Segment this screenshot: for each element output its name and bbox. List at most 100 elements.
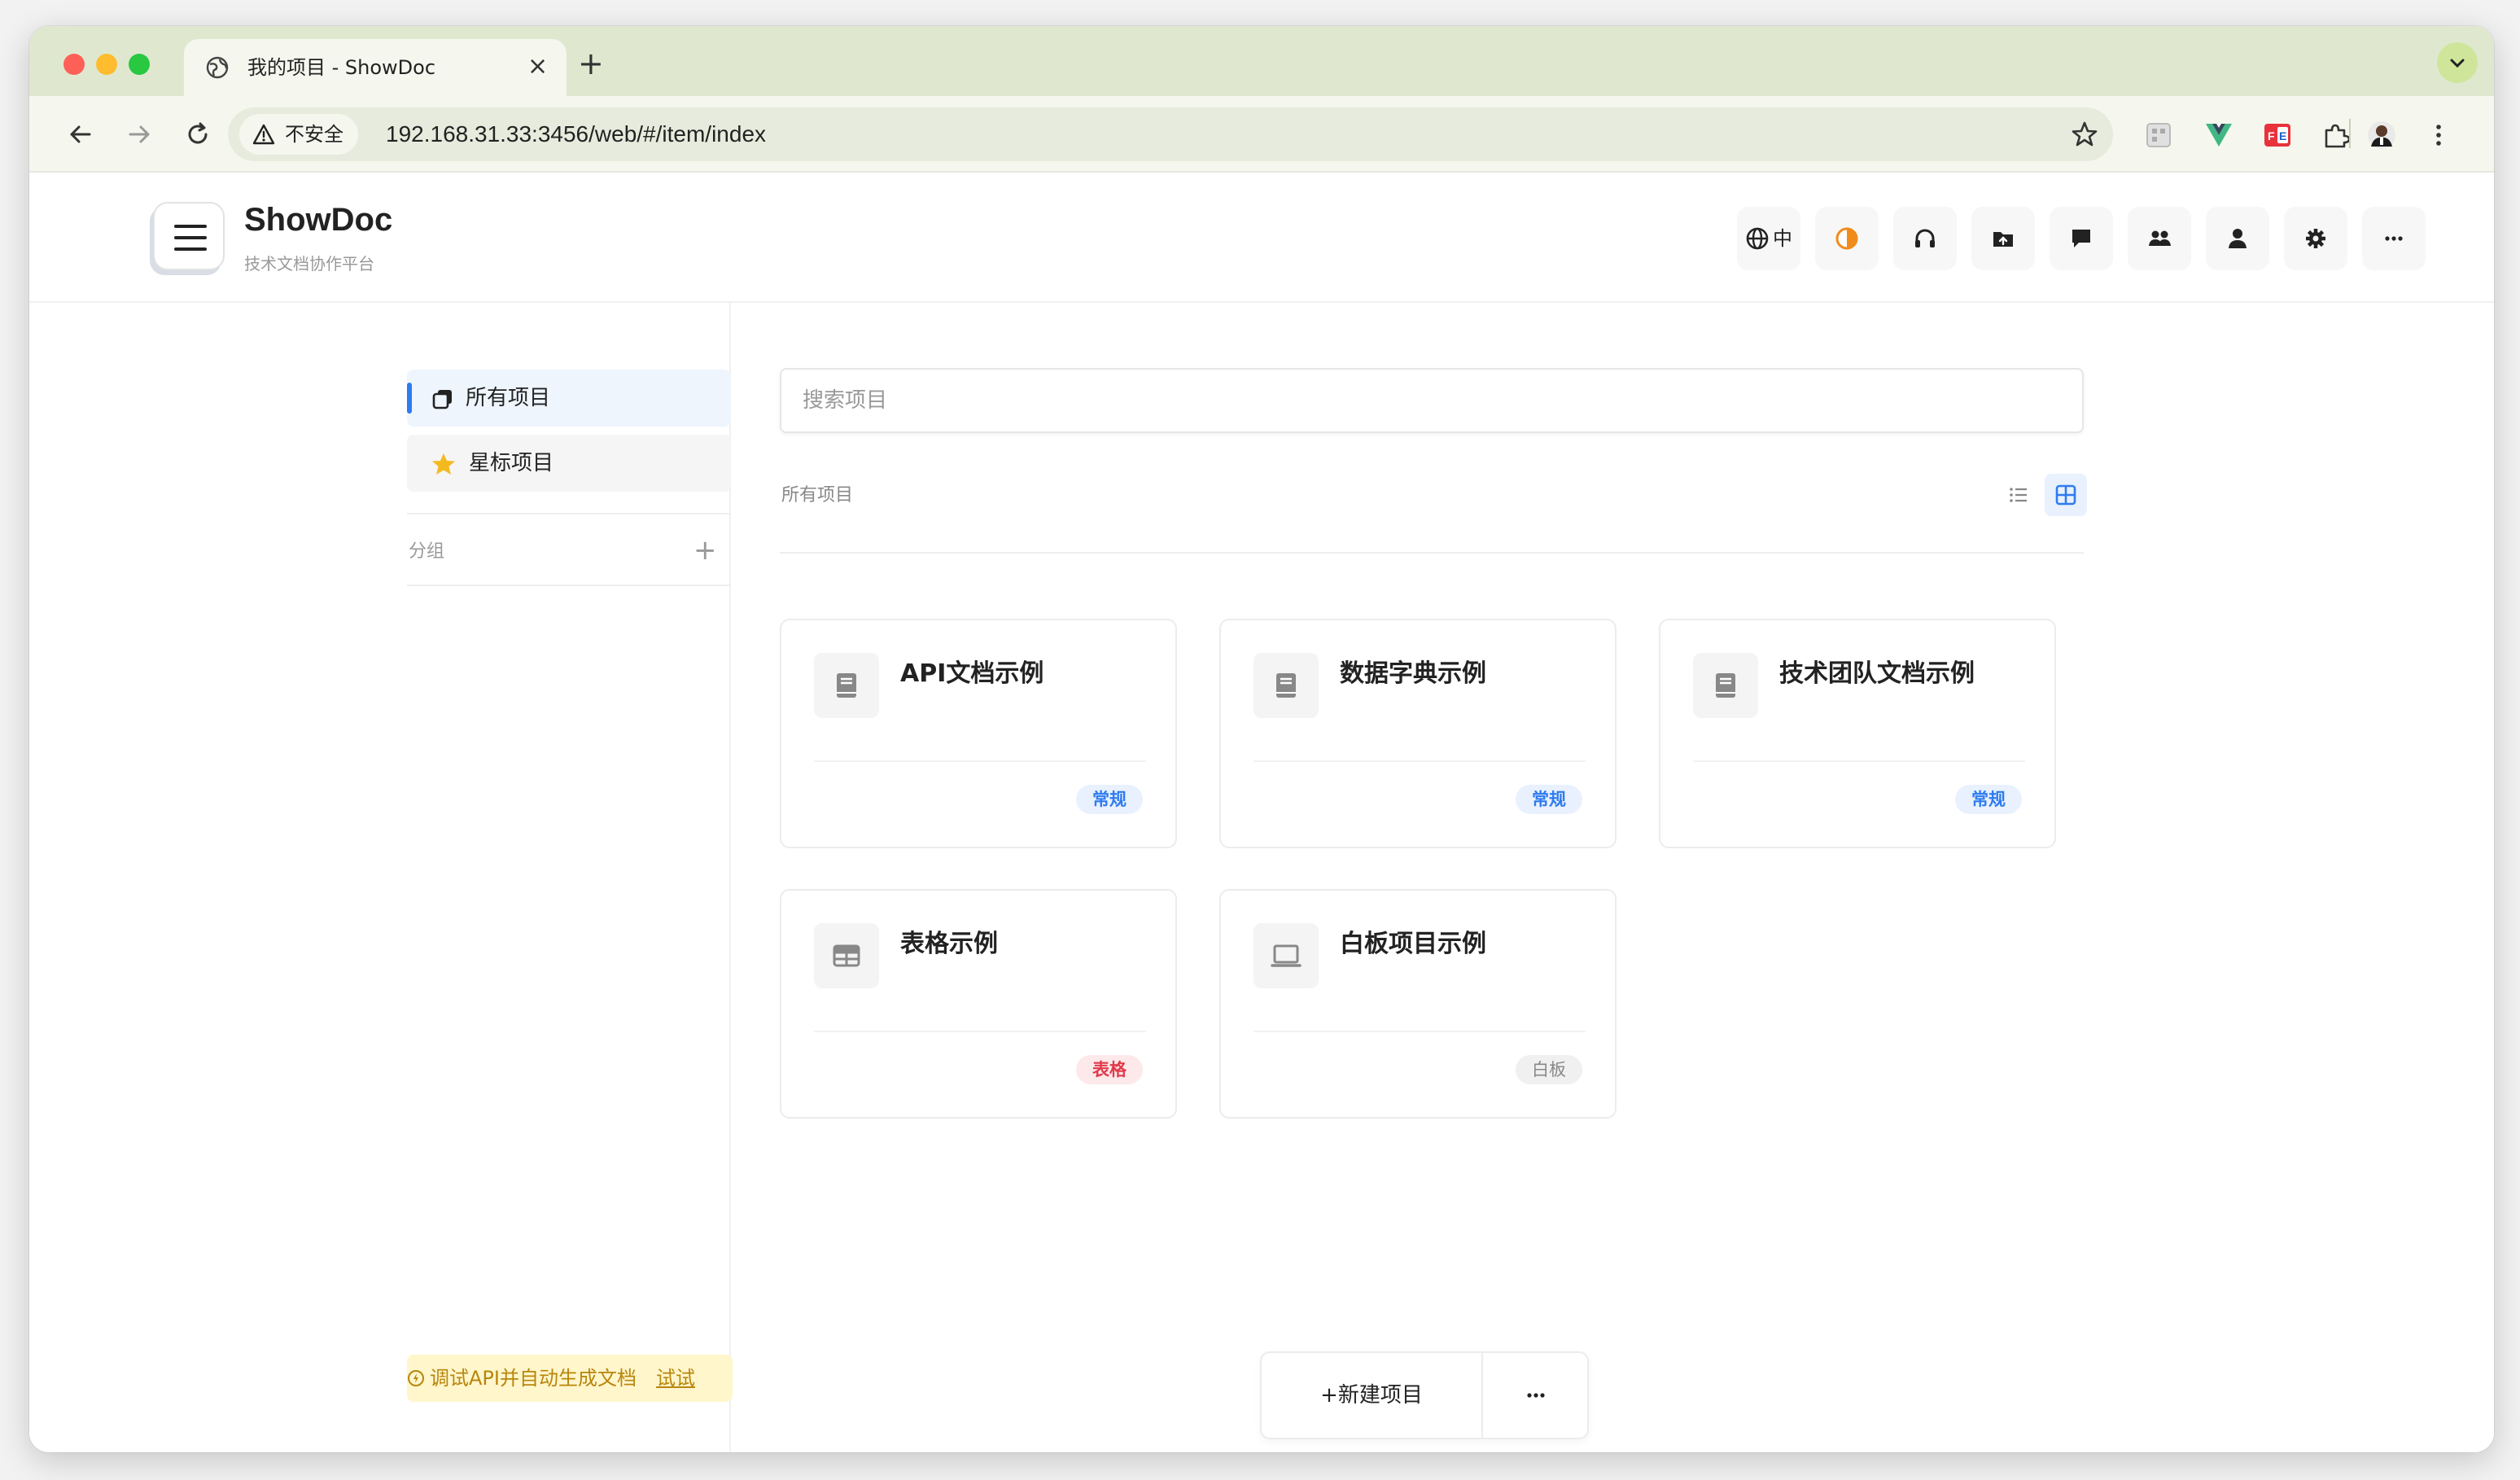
project-type-badge: 常规 — [1516, 785, 1582, 814]
app-header: ShowDoc 技术文档协作平台 中 — [29, 173, 2494, 303]
sidebar-item-all-projects[interactable]: 所有项目 — [407, 370, 731, 427]
toolbar-separator — [2349, 119, 2351, 148]
warning-icon — [252, 124, 275, 145]
project-icon-wrap — [1693, 653, 1758, 718]
kebab-menu-icon[interactable] — [2424, 120, 2453, 150]
table-icon — [833, 944, 860, 967]
support-button[interactable] — [1893, 207, 1957, 270]
book-icon — [1276, 673, 1296, 698]
fe-helper-icon[interactable]: F E — [2263, 120, 2292, 150]
project-title: API文档示例 — [900, 659, 1044, 688]
close-tab-icon[interactable]: × — [527, 54, 548, 80]
browser-tab-active[interactable]: 我的项目 - ShowDoc × — [184, 39, 567, 96]
project-card[interactable]: 表格示例 表格 — [780, 889, 1177, 1119]
tab-search-button[interactable] — [2437, 42, 2478, 83]
tab-bar: 我的项目 - ShowDoc × + — [29, 26, 2494, 96]
vue-devtools-icon[interactable] — [2204, 120, 2233, 150]
user-icon — [2229, 229, 2247, 248]
promo-text: 调试API并自动生成文档 — [430, 1367, 637, 1390]
extension-qr-icon[interactable] — [2144, 120, 2173, 150]
svg-text:F: F — [2268, 129, 2275, 142]
list-icon — [2010, 488, 2027, 502]
gear-icon — [2306, 229, 2325, 248]
book-icon — [1716, 673, 1735, 698]
list-view-toggle[interactable] — [2001, 477, 2037, 513]
menu-lines-icon — [174, 225, 207, 251]
puzzle-extensions-icon[interactable] — [2321, 120, 2351, 150]
project-icon-wrap — [1253, 923, 1319, 988]
project-title: 白板项目示例 — [1340, 930, 1486, 958]
project-type-badge: 常规 — [1955, 785, 2022, 814]
ellipsis-icon — [1527, 1393, 1545, 1398]
project-icon-wrap — [814, 653, 879, 718]
main-content: 所有项目 — [731, 303, 2494, 1452]
project-type-badge: 表格 — [1076, 1055, 1143, 1084]
card-divider — [1253, 760, 1586, 762]
main-divider — [780, 552, 2084, 554]
search-input[interactable] — [780, 368, 2084, 433]
card-divider — [814, 760, 1146, 762]
more-actions-button[interactable] — [1483, 1353, 1589, 1438]
language-label: 中 — [1773, 227, 1792, 250]
new-tab-button[interactable]: + — [578, 48, 604, 79]
user-profile-button[interactable] — [2206, 207, 2269, 270]
project-title: 表格示例 — [900, 930, 998, 958]
url-text[interactable]: 192.168.31.33:3456/web/#/item/index — [386, 107, 766, 161]
chevron-down-icon — [2450, 59, 2465, 68]
card-divider — [1693, 760, 2025, 762]
book-icon — [837, 673, 856, 698]
project-card[interactable]: 数据字典示例 常规 — [1219, 619, 1617, 848]
project-card[interactable]: API文档示例 常规 — [780, 619, 1177, 848]
messages-button[interactable] — [2050, 207, 2113, 270]
add-group-button[interactable]: + — [693, 534, 717, 567]
tab-title: 我的项目 - ShowDoc — [247, 56, 436, 79]
security-chip[interactable]: 不安全 — [239, 114, 358, 155]
address-bar: 不安全 192.168.31.33:3456/web/#/item/index … — [29, 96, 2494, 173]
minimize-window-button[interactable] — [96, 54, 117, 75]
grid-view-toggle[interactable] — [2045, 474, 2087, 516]
project-card[interactable]: 白板项目示例 白板 — [1219, 889, 1617, 1119]
brand-name[interactable]: ShowDoc — [244, 202, 392, 239]
forward-arrow-icon[interactable] — [124, 119, 155, 150]
lightning-circle-icon — [408, 1370, 424, 1386]
globe-icon — [1746, 227, 1769, 250]
copy-stack-icon — [432, 390, 452, 409]
sidebar-item-label: 星标项目 — [469, 451, 554, 475]
import-button[interactable] — [1971, 207, 2035, 270]
bookmark-star-icon[interactable] — [2071, 120, 2098, 148]
globe-icon — [206, 56, 229, 79]
breadcrumb: 所有项目 — [781, 485, 854, 506]
theme-toggle-button[interactable] — [1815, 207, 1879, 270]
chat-bubble-icon — [2072, 230, 2090, 247]
new-project-button[interactable]: +新建项目 — [1262, 1353, 1483, 1438]
logo[interactable] — [153, 202, 225, 270]
close-window-button[interactable] — [63, 54, 85, 75]
reload-icon[interactable] — [182, 119, 213, 150]
promo-try-link[interactable]: 试试 — [656, 1355, 695, 1402]
sidebar-item-starred-projects[interactable]: 星标项目 — [407, 435, 731, 492]
users-icon — [2149, 230, 2171, 246]
sidebar-item-label: 所有项目 — [466, 386, 551, 410]
whiteboard-icon — [1271, 944, 1302, 967]
half-circle-contrast-icon — [1835, 227, 1858, 250]
settings-button[interactable] — [2284, 207, 2347, 270]
team-button[interactable] — [2128, 207, 2191, 270]
grid-icon — [2055, 484, 2076, 506]
project-icon-wrap — [1253, 653, 1319, 718]
profile-avatar-icon[interactable] — [2367, 120, 2396, 150]
project-title: 技术团队文档示例 — [1779, 659, 1975, 688]
api-debug-promo[interactable]: 调试API并自动生成文档 试试 — [407, 1355, 733, 1402]
more-options-button[interactable] — [2362, 207, 2426, 270]
svg-text:E: E — [2279, 129, 2286, 142]
project-card[interactable]: 技术团队文档示例 常规 — [1659, 619, 2056, 848]
back-arrow-icon[interactable] — [65, 119, 96, 150]
ellipsis-icon — [2385, 236, 2403, 241]
project-type-badge: 常规 — [1076, 785, 1143, 814]
omnibox[interactable]: 不安全 192.168.31.33:3456/web/#/item/index — [228, 107, 2113, 161]
star-icon — [432, 453, 455, 475]
project-icon-wrap — [814, 923, 879, 988]
sidebar-divider — [407, 513, 731, 514]
maximize-window-button[interactable] — [129, 54, 150, 75]
project-type-badge: 白板 — [1516, 1055, 1582, 1084]
language-switch-button[interactable]: 中 — [1737, 207, 1800, 270]
